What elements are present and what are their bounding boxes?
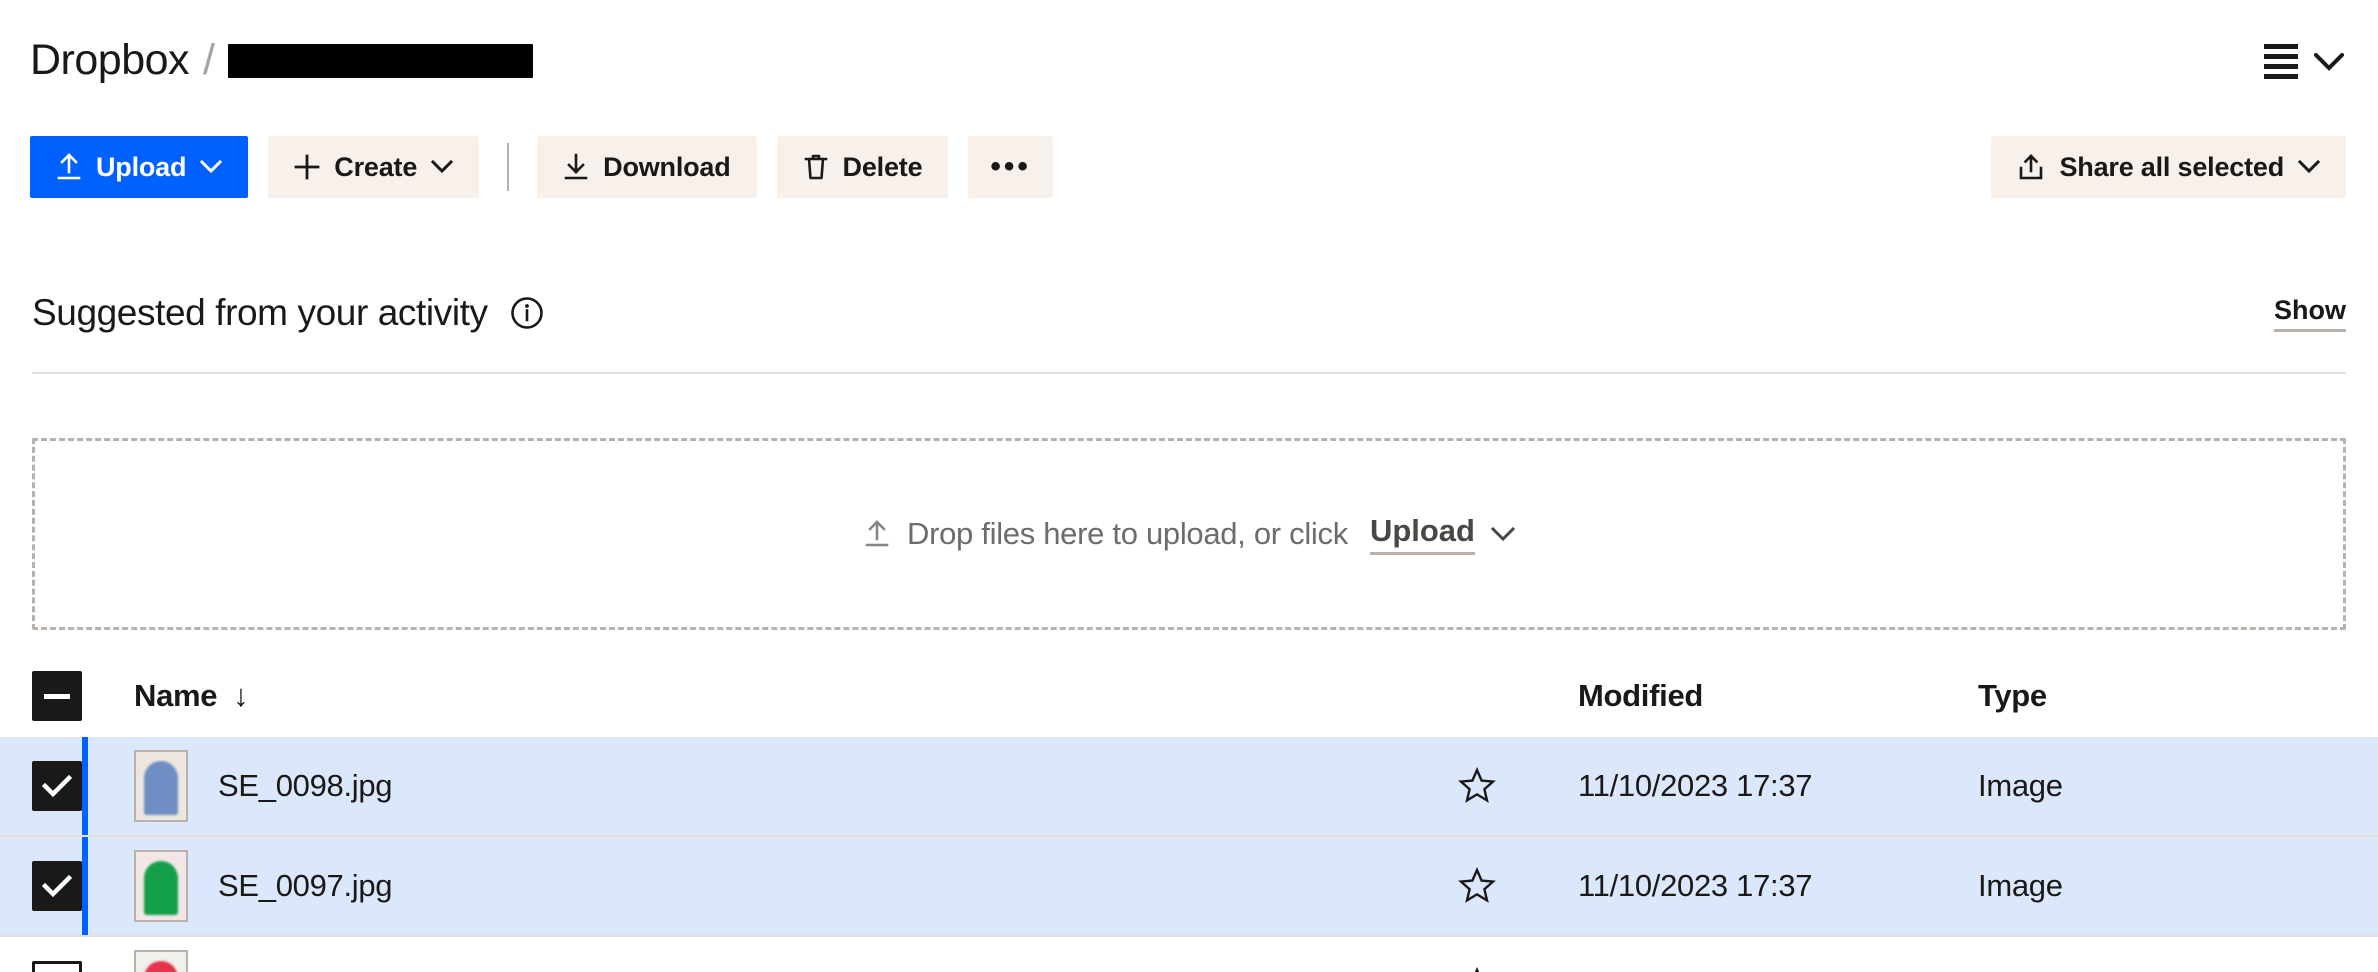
row-checkbox[interactable] [32,961,82,972]
file-list-table: Name ↓ Modified Type SE_0098.jpg 11/10/2… [0,655,2378,972]
file-name-cell[interactable]: SE_0097.jpg [82,850,1458,922]
delete-button[interactable]: Delete [776,136,949,198]
share-button-label: Share all selected [2059,151,2284,182]
row-checkbox[interactable] [32,761,82,811]
file-name-label: SE_0098.jpg [218,768,393,803]
star-icon[interactable] [1458,967,1496,972]
ellipsis-icon: ••• [990,150,1031,183]
toolbar-divider [507,143,510,191]
share-icon [2017,153,2045,181]
table-row[interactable]: SE_0098.jpg 11/10/2023 17:37 Image [0,737,2378,837]
show-suggested-link[interactable]: Show [2274,295,2346,332]
delete-button-label: Delete [842,151,923,182]
column-header-modified[interactable]: Modified [1578,678,1978,714]
type-cell: Image [1978,768,2063,803]
download-button[interactable]: Download [537,136,757,198]
view-options-menu[interactable] [2264,44,2344,79]
row-checkbox-cell [32,961,82,972]
dropbox-file-browser: Dropbox / Upload Create Download Delete … [0,0,2378,972]
breadcrumb-root[interactable]: Dropbox [30,36,190,85]
file-name-label: SE_0097.jpg [218,868,393,903]
plus-icon [294,154,320,180]
suggested-title: Suggested from your activity [32,292,488,333]
dropzone-upload-link[interactable]: Upload [1369,513,1475,555]
chevron-down-icon [2298,160,2320,174]
section-divider [32,372,2346,374]
file-thumbnail [134,850,188,922]
file-name-cell[interactable]: SE_0098.jpg [82,750,1458,822]
upload-icon [863,519,891,549]
star-cell [1458,967,1578,972]
column-header-name-label: Name [134,678,218,713]
type-cell: Image [1978,868,2063,903]
table-row[interactable]: SE_0097.jpg 11/10/2023 17:37 Image [0,837,2378,937]
file-thumbnail [134,750,188,822]
sort-descending-arrow-icon: ↓ [233,678,249,713]
upload-icon [56,153,82,181]
upload-button-label: Upload [96,151,187,182]
chevron-down-icon[interactable] [1491,526,1515,542]
info-circle-icon[interactable] [510,296,544,330]
create-button-label: Create [334,151,418,182]
column-header-type[interactable]: Type [1978,678,2378,714]
dropzone-text: Drop files here to upload, or click [906,516,1348,551]
upload-button[interactable]: Upload [30,136,249,198]
star-icon[interactable] [1458,767,1496,805]
list-view-icon[interactable] [2264,44,2298,79]
more-actions-button[interactable]: ••• [968,136,1053,198]
suggested-section-header: Suggested from your activity Show [32,270,2346,356]
chevron-down-icon [431,160,454,174]
star-icon[interactable] [1458,867,1496,905]
column-header-name[interactable]: Name ↓ [82,678,1458,714]
breadcrumb-current-folder-redacted[interactable] [228,44,534,78]
table-header-row: Name ↓ Modified Type [0,655,2378,737]
star-cell [1458,767,1578,805]
select-all-checkbox-cell [32,671,82,721]
share-all-selected-button[interactable]: Share all selected [1991,136,2346,198]
table-row[interactable] [0,937,2378,972]
row-checkbox[interactable] [32,861,82,911]
modified-cell: 11/10/2023 17:37 [1578,768,1813,803]
modified-cell: 11/10/2023 17:37 [1578,868,1813,903]
row-checkbox-cell [32,761,82,811]
chevron-down-icon [200,160,223,174]
chevron-down-icon[interactable] [2314,52,2344,71]
row-checkbox-cell [32,861,82,911]
breadcrumb: Dropbox / [30,36,534,85]
create-button[interactable]: Create [268,136,480,198]
select-all-checkbox[interactable] [32,671,82,721]
breadcrumb-separator: / [203,36,215,84]
file-name-cell[interactable] [82,950,1458,972]
trash-icon [803,153,829,181]
star-cell [1458,867,1578,905]
file-thumbnail [134,950,188,972]
file-toolbar: Upload Create Download Delete ••• Share … [30,136,2346,198]
download-icon [563,153,589,181]
file-dropzone[interactable]: Drop files here to upload, or click Uplo… [32,438,2346,630]
download-button-label: Download [603,151,731,182]
